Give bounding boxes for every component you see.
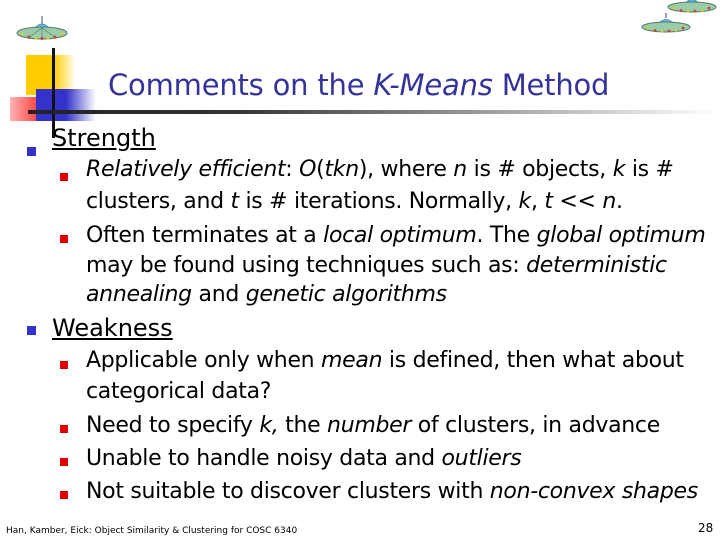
strength-item-2-line-1: Often terminates at a local optimum. The…	[86, 223, 706, 248]
text: Often terminates at a	[86, 223, 324, 248]
text: .	[615, 189, 623, 214]
text: Applicable only when	[86, 348, 322, 373]
text: Unable to handle noisy data and	[86, 446, 442, 471]
title-text: Comments on the	[108, 68, 374, 102]
square-bullet-icon	[60, 458, 68, 466]
slide-footer: Han, Kamber, Eick: Object Similarity & C…	[6, 526, 298, 536]
square-bullet-icon	[60, 491, 68, 499]
text: is # iterations. Normally,	[238, 189, 519, 214]
decor-blue-square	[36, 89, 96, 121]
weakness-item-1-line-1: Applicable only when mean is defined, th…	[86, 348, 684, 373]
ufo-icon	[641, 13, 691, 33]
strength-item-2-line-3: annealing and genetic algorithms	[86, 282, 447, 307]
text-italic: genetic algorithms	[245, 282, 447, 307]
page-number: 28	[698, 521, 714, 535]
square-bullet-icon	[60, 235, 68, 243]
text: is # objects,	[466, 157, 613, 182]
section-heading-weakness: Weakness	[52, 314, 173, 342]
text: <<	[552, 189, 603, 214]
text: the	[278, 413, 328, 438]
section-heading-strength: Strength	[52, 124, 156, 152]
text-italic: n	[602, 189, 616, 214]
text-italic: global optimum	[536, 223, 706, 248]
text: :	[285, 157, 300, 182]
text: . The	[476, 223, 537, 248]
text-italic: number	[327, 413, 412, 438]
text: ), where	[358, 157, 454, 182]
text: Not suitable to discover clusters with	[86, 479, 490, 504]
strength-item-1-line-2: clusters, and t is # iterations. Normall…	[86, 189, 623, 214]
text-italic: Relatively efficient	[86, 157, 286, 182]
text: and	[191, 282, 246, 307]
text: ,	[530, 189, 545, 214]
weakness-item-3: Unable to handle noisy data and outliers	[86, 446, 522, 471]
text-italic: non-convex shapes	[489, 479, 698, 504]
text-italic: n	[453, 157, 467, 182]
strength-item-2-line-2: may be found using techniques such as: d…	[86, 253, 667, 278]
text-italic: t	[544, 189, 553, 214]
slide-title: Comments on the K-Means Method	[108, 68, 609, 102]
text-italic: tkn	[324, 157, 359, 182]
text: of clusters, in advance	[411, 413, 660, 438]
weakness-item-4: Not suitable to discover clusters with n…	[86, 479, 698, 504]
text-italic: annealing	[86, 282, 192, 307]
text: categorical data?	[86, 379, 272, 404]
text-italic: outliers	[441, 446, 522, 471]
text: is #	[625, 157, 674, 182]
square-bullet-icon	[60, 361, 68, 369]
weakness-item-2: Need to specify k, the number of cluster…	[86, 413, 660, 438]
text: is defined, then what about	[382, 348, 684, 373]
square-bullet-icon	[27, 326, 36, 335]
square-bullet-icon	[60, 425, 68, 433]
title-text: Method	[492, 68, 610, 102]
square-bullet-icon	[27, 147, 36, 156]
weakness-item-1-line-2: categorical data?	[86, 379, 271, 404]
text-italic: k	[612, 157, 626, 182]
ufo-icon	[16, 16, 68, 40]
text: clusters, and	[86, 189, 231, 214]
text-italic: k,	[259, 413, 279, 438]
text: Need to specify	[86, 413, 260, 438]
text-italic: k	[518, 189, 531, 214]
strength-item-1-line-1: Relatively efficient: O(tkn), where n is…	[86, 157, 674, 182]
text-italic: mean	[321, 348, 383, 373]
text-italic: t	[230, 189, 239, 214]
title-italic: K-Means	[373, 68, 493, 102]
text-italic: local optimum	[323, 223, 477, 248]
text-italic: deterministic	[526, 253, 667, 278]
text: may be found using techniques such as:	[86, 253, 527, 278]
square-bullet-icon	[60, 173, 68, 181]
text-italic: O	[299, 157, 317, 182]
title-underline-rule	[28, 110, 718, 114]
